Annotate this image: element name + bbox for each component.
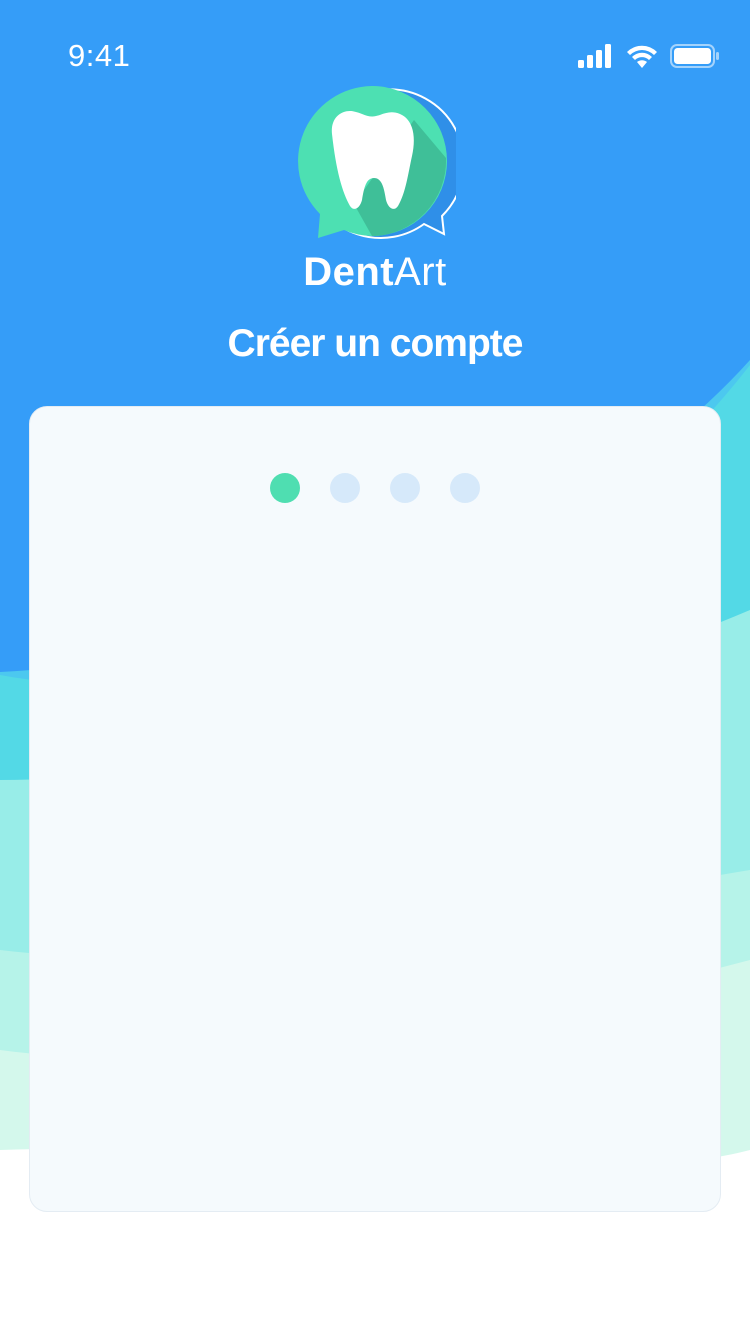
signal-icon	[578, 44, 611, 68]
app-brand: DentArt	[0, 250, 750, 295]
brand-light-text: Art	[394, 250, 447, 294]
step-indicator	[30, 473, 720, 503]
step-dot-3	[390, 473, 420, 503]
signup-form-card	[29, 406, 721, 1212]
tooth-chat-bubble-icon	[298, 86, 456, 239]
step-dot-4	[450, 473, 480, 503]
status-icons	[578, 44, 720, 68]
step-dot-2	[330, 473, 360, 503]
brand-bold-text: Dent	[303, 250, 395, 294]
status-time: 9:41	[68, 38, 131, 73]
battery-icon	[670, 44, 719, 68]
wifi-icon	[627, 45, 657, 68]
step-dot-1	[270, 473, 300, 503]
page-title: Créer un compte	[227, 322, 524, 365]
